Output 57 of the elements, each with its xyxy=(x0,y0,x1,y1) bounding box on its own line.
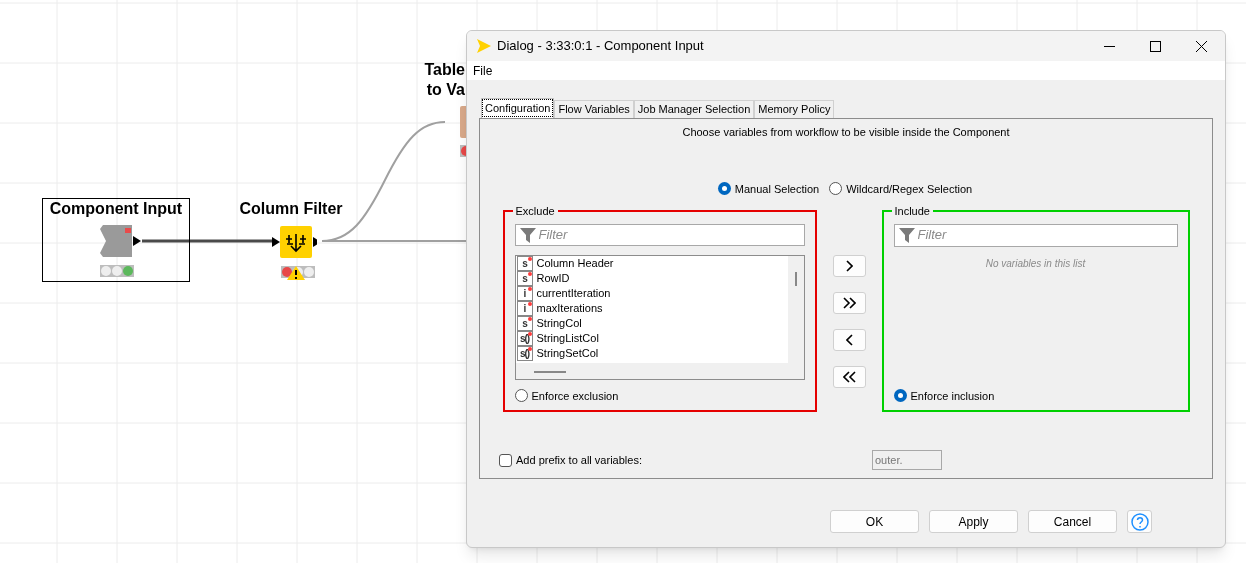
empty-list-message: No variables in this list xyxy=(984,256,1087,271)
radio-button[interactable]: Manual Selection xyxy=(717,180,820,197)
component-node-icon[interactable] xyxy=(100,225,141,257)
type-badge: s xyxy=(516,271,533,287)
funnel-icon xyxy=(898,227,915,243)
node-label: Table xyxy=(424,60,465,80)
group-title: Exclude xyxy=(514,204,556,219)
description-text: Choose variables from workflow to be visible inside the Component xyxy=(682,125,1010,140)
dialog-button[interactable]: Cancel xyxy=(1028,510,1117,533)
list-item[interactable]: RowID xyxy=(536,270,570,287)
move-button[interactable] xyxy=(832,292,866,314)
type-badge: s() xyxy=(516,346,533,362)
close-icon[interactable] xyxy=(1196,40,1207,52)
move-button[interactable] xyxy=(832,255,866,277)
group-title: Include xyxy=(893,204,931,219)
radio-button[interactable]: Enforce exclusion xyxy=(514,387,805,404)
double-chevron-right-icon xyxy=(842,297,856,309)
filter-node-icon[interactable] xyxy=(272,226,317,258)
node-label: Column Filter xyxy=(239,199,343,219)
node-label: to Va xyxy=(426,80,465,100)
filter-field[interactable]: Filter xyxy=(893,223,1178,247)
app-logo-icon xyxy=(475,39,491,53)
radio-button[interactable]: Enforce inclusion xyxy=(893,387,1178,404)
list-item[interactable]: maxIterations xyxy=(536,300,603,317)
dialog-button[interactable]: OK xyxy=(830,510,919,533)
tab[interactable]: Configuration xyxy=(481,98,555,118)
filter-field[interactable]: Filter xyxy=(514,223,805,247)
checkbox[interactable]: Add prefix to all variables: xyxy=(499,451,872,469)
move-button[interactable] xyxy=(832,366,866,388)
double-chevron-left-icon xyxy=(842,371,856,383)
type-badge: s() xyxy=(516,331,533,347)
tab[interactable]: Memory Policy xyxy=(754,100,835,118)
help-button[interactable] xyxy=(1127,510,1152,533)
help-icon xyxy=(1130,512,1149,531)
type-badge: i xyxy=(516,301,533,317)
type-badge: s xyxy=(516,256,533,272)
type-badge: i xyxy=(516,286,533,302)
chevron-right-icon xyxy=(845,260,853,272)
move-button[interactable] xyxy=(832,329,866,351)
node-label: Component Input xyxy=(49,199,183,219)
tab[interactable]: Flow Variables xyxy=(554,100,634,118)
list-item[interactable]: StringSetCol xyxy=(536,345,599,362)
radio-button[interactable]: Wildcard/Regex Selection xyxy=(829,180,973,197)
window-title: Dialog - 3:33:0:1 - Component Input xyxy=(497,37,705,56)
list-item[interactable]: Column Header xyxy=(536,256,614,272)
tab[interactable]: Job Manager Selection xyxy=(633,100,755,118)
chevron-left-icon xyxy=(845,334,853,346)
list-item[interactable]: StringListCol xyxy=(536,330,599,347)
type-badge: s xyxy=(516,316,533,332)
list-item[interactable]: StringCol xyxy=(536,315,582,332)
maximize-icon[interactable] xyxy=(1150,40,1161,52)
scrollbar-thumb[interactable] xyxy=(794,272,797,287)
funnel-icon xyxy=(519,226,536,243)
menu-item[interactable]: File xyxy=(473,61,493,80)
list-item[interactable]: currentIteration xyxy=(536,285,611,302)
scrollbar-thumb[interactable] xyxy=(533,370,566,373)
dialog-button[interactable]: Apply xyxy=(929,510,1018,533)
